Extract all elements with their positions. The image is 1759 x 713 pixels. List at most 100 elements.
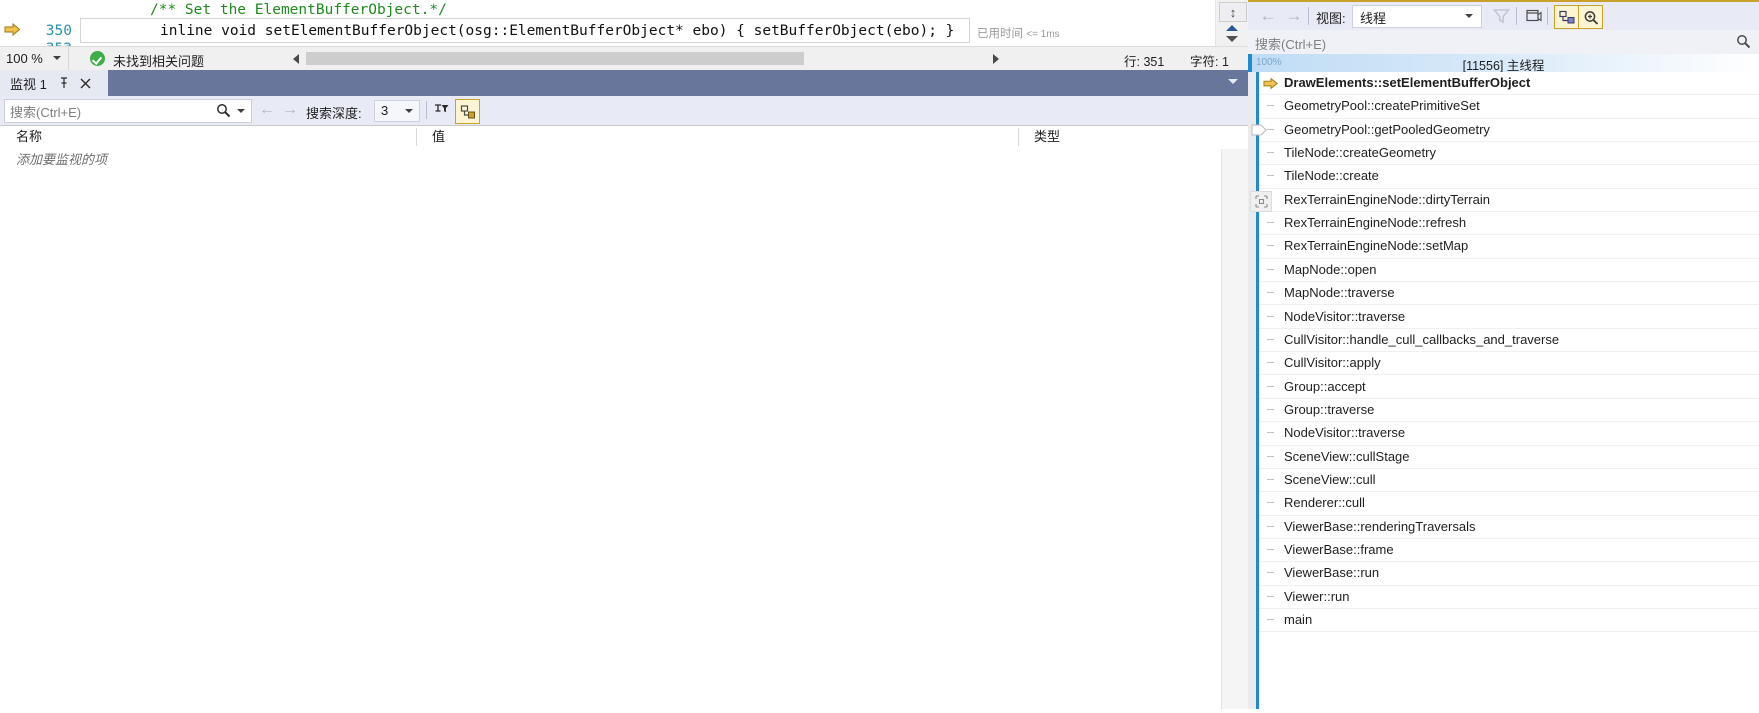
frame-tick-mark xyxy=(1267,175,1274,177)
watch-add-item-row[interactable]: 添加要监视的项 xyxy=(0,149,1220,170)
frame-label: TileNode::create xyxy=(1284,168,1379,184)
watch-add-item-label: 添加要监视的项 xyxy=(16,152,108,167)
frame-tick-mark xyxy=(1267,315,1274,317)
call-stack-frame-row[interactable]: GeometryPool::createPrimitiveSet xyxy=(1259,95,1759,119)
call-stack-frame-row[interactable]: Renderer::cull xyxy=(1259,492,1759,516)
call-stack-frame-row[interactable]: SceneView::cull xyxy=(1259,469,1759,493)
current-frame-arrow-icon xyxy=(1263,76,1279,91)
call-stack-frame-row[interactable]: NodeVisitor::traverse xyxy=(1259,306,1759,329)
call-stack-frame-row[interactable]: CullVisitor::apply xyxy=(1259,352,1759,376)
code-editor[interactable]: 350 /** Set the ElementBufferObject.*/ 3… xyxy=(0,0,1248,46)
call-stack-frame-row[interactable]: TileNode::createGeometry xyxy=(1259,142,1759,166)
call-stack-frame-list[interactable]: DrawElements::setElementBufferObjectGeom… xyxy=(1248,72,1759,709)
scrollbar-thumb[interactable] xyxy=(306,52,804,65)
back-icon[interactable]: ← xyxy=(1258,7,1278,25)
frame-label: RexTerrainEngineNode::dirtyTerrain xyxy=(1284,191,1490,207)
call-stack-frame-row[interactable]: CullVisitor::handle_cull_callbacks_and_t… xyxy=(1259,329,1759,353)
pin-icon[interactable] xyxy=(57,76,71,90)
editor-vertical-scrollbar[interactable]: ↕ xyxy=(1215,0,1249,46)
call-stack-toolbar: ← → 视图: 线程 xyxy=(1248,2,1759,30)
zoom-level-dropdown[interactable]: 100 % xyxy=(0,47,69,70)
toolbar-separator xyxy=(1547,7,1548,25)
search-call-stack-icon[interactable] xyxy=(1578,5,1603,29)
scroll-up-arrow-icon[interactable] xyxy=(1219,23,1245,33)
scroll-right-arrow-icon[interactable] xyxy=(988,51,1004,66)
frame-label: RexTerrainEngineNode::setMap xyxy=(1284,238,1469,254)
call-stack-frame-row[interactable]: ViewerBase::renderingTraversals xyxy=(1259,516,1759,539)
tab-watch-1[interactable]: 监视 1 xyxy=(0,70,108,96)
call-stack-frame-row[interactable]: main xyxy=(1259,609,1759,633)
module-view-icon[interactable] xyxy=(1554,5,1579,29)
visual-studio-debug-window: 350 /** Set the ElementBufferObject.*/ 3… xyxy=(0,0,1759,709)
elapsed-time-label: 已用时间 xyxy=(977,28,1023,40)
problem-status-text: 未找到相关问题 xyxy=(113,54,205,69)
chevron-down-icon xyxy=(53,56,61,60)
call-stack-frame-row[interactable]: RexTerrainEngineNode::dirtyTerrain xyxy=(1250,189,1759,213)
watch-search-input[interactable]: 搜索(Ctrl+E) xyxy=(4,99,252,123)
column-header-name[interactable]: 名称 xyxy=(0,125,416,149)
call-stack-frame-row[interactable]: Viewer::run xyxy=(1259,586,1759,609)
close-icon[interactable] xyxy=(79,76,93,90)
filter-icon[interactable] xyxy=(1490,5,1513,27)
filter-pin-icon[interactable] xyxy=(430,99,453,122)
check-circle-icon xyxy=(90,51,105,66)
call-stack-frame-row[interactable]: MapNode::traverse xyxy=(1259,282,1759,306)
frame-tick-mark xyxy=(1267,362,1274,364)
call-stack-frame-row[interactable]: DrawElements::setElementBufferObject xyxy=(1259,72,1759,96)
thread-header-row[interactable]: 100% [11556] 主线程 xyxy=(1248,54,1759,73)
chevron-down-icon[interactable] xyxy=(1228,79,1238,84)
call-stack-frame-row[interactable]: Group::traverse xyxy=(1259,399,1759,423)
show-external-code-icon[interactable] xyxy=(1522,5,1545,27)
frame-tick-mark xyxy=(1267,549,1274,550)
frame-tick-mark xyxy=(1267,595,1274,597)
call-stack-search-input[interactable]: 搜索(Ctrl+E) xyxy=(1248,30,1759,55)
view-dropdown[interactable]: 线程 xyxy=(1352,5,1482,28)
code-text: inline void setElementBufferObject(osg::… xyxy=(160,23,955,39)
toolbar-separator xyxy=(426,101,427,119)
call-stack-frame-row[interactable]: NodeVisitor::traverse xyxy=(1259,422,1759,446)
search-icon[interactable] xyxy=(216,103,231,118)
frame-tick-mark xyxy=(1267,105,1274,107)
frame-label: main xyxy=(1284,612,1313,628)
call-stack-frame-row[interactable]: Group::accept xyxy=(1259,376,1759,399)
split-view-icon[interactable]: ↕ xyxy=(1219,2,1247,22)
frame-label: CullVisitor::handle_cull_callbacks_and_t… xyxy=(1284,331,1560,347)
frame-label: Renderer::cull xyxy=(1284,495,1365,511)
toolbar-separator xyxy=(1516,7,1517,25)
frame-tick-mark xyxy=(1267,245,1274,247)
search-depth-dropdown[interactable]: 3 xyxy=(374,100,420,122)
frame-tick-mark xyxy=(1267,478,1274,480)
call-stack-frame-row[interactable]: SceneView::cullStage xyxy=(1259,446,1759,469)
frame-label: GeometryPool::createPrimitiveSet xyxy=(1284,98,1480,114)
editor-horizontal-scrollbar[interactable] xyxy=(288,50,1018,67)
call-stack-frame-row[interactable]: RexTerrainEngineNode::refresh xyxy=(1259,212,1759,236)
search-next-icon[interactable]: → xyxy=(281,102,299,118)
frame-module-icon[interactable] xyxy=(1250,190,1272,212)
call-stack-frame-row[interactable]: TileNode::create xyxy=(1259,165,1759,189)
frame-expander-icon[interactable] xyxy=(1251,123,1268,137)
frame-tick-mark xyxy=(1267,572,1274,574)
search-depth-value: 3 xyxy=(381,103,389,118)
frame-label: ViewerBase::renderingTraversals xyxy=(1284,518,1476,534)
column-header-type[interactable]: 类型 xyxy=(1018,125,1248,149)
scroll-down-arrow-icon[interactable] xyxy=(1219,33,1245,45)
search-prev-icon[interactable]: ← xyxy=(258,102,276,118)
show-raw-structure-icon[interactable] xyxy=(455,99,480,124)
scroll-left-arrow-icon[interactable] xyxy=(288,51,304,66)
call-stack-frame-row[interactable]: RexTerrainEngineNode::setMap xyxy=(1259,235,1759,259)
frame-tick-mark xyxy=(1267,502,1274,504)
call-stack-frame-row[interactable]: ViewerBase::run xyxy=(1259,562,1759,586)
search-icon[interactable] xyxy=(1736,34,1751,49)
elapsed-time-value: <= 1ms xyxy=(1026,29,1060,40)
chevron-down-icon[interactable] xyxy=(237,109,245,113)
call-stack-frame-row[interactable]: ViewerBase::frame xyxy=(1259,539,1759,563)
column-header-value[interactable]: 值 xyxy=(416,125,1018,149)
call-stack-frame-row[interactable]: GeometryPool::getPooledGeometry xyxy=(1251,119,1759,142)
left-pane: 350 /** Set the ElementBufferObject.*/ 3… xyxy=(0,0,1321,709)
watch-toolbar: 搜索(Ctrl+E) ← → 搜索深度: 3 xyxy=(0,96,1248,125)
watch-grid-body[interactable]: 添加要监视的项 xyxy=(0,149,1248,709)
watch-vertical-scrollbar[interactable] xyxy=(1221,149,1249,709)
watch-tool-window: 监视 1 搜索(Ctrl+E) ← → 搜索深度: 3 名称 值 类型 添加要监… xyxy=(0,70,1249,709)
forward-icon[interactable]: → xyxy=(1284,7,1304,25)
call-stack-frame-row[interactable]: MapNode::open xyxy=(1259,259,1759,283)
